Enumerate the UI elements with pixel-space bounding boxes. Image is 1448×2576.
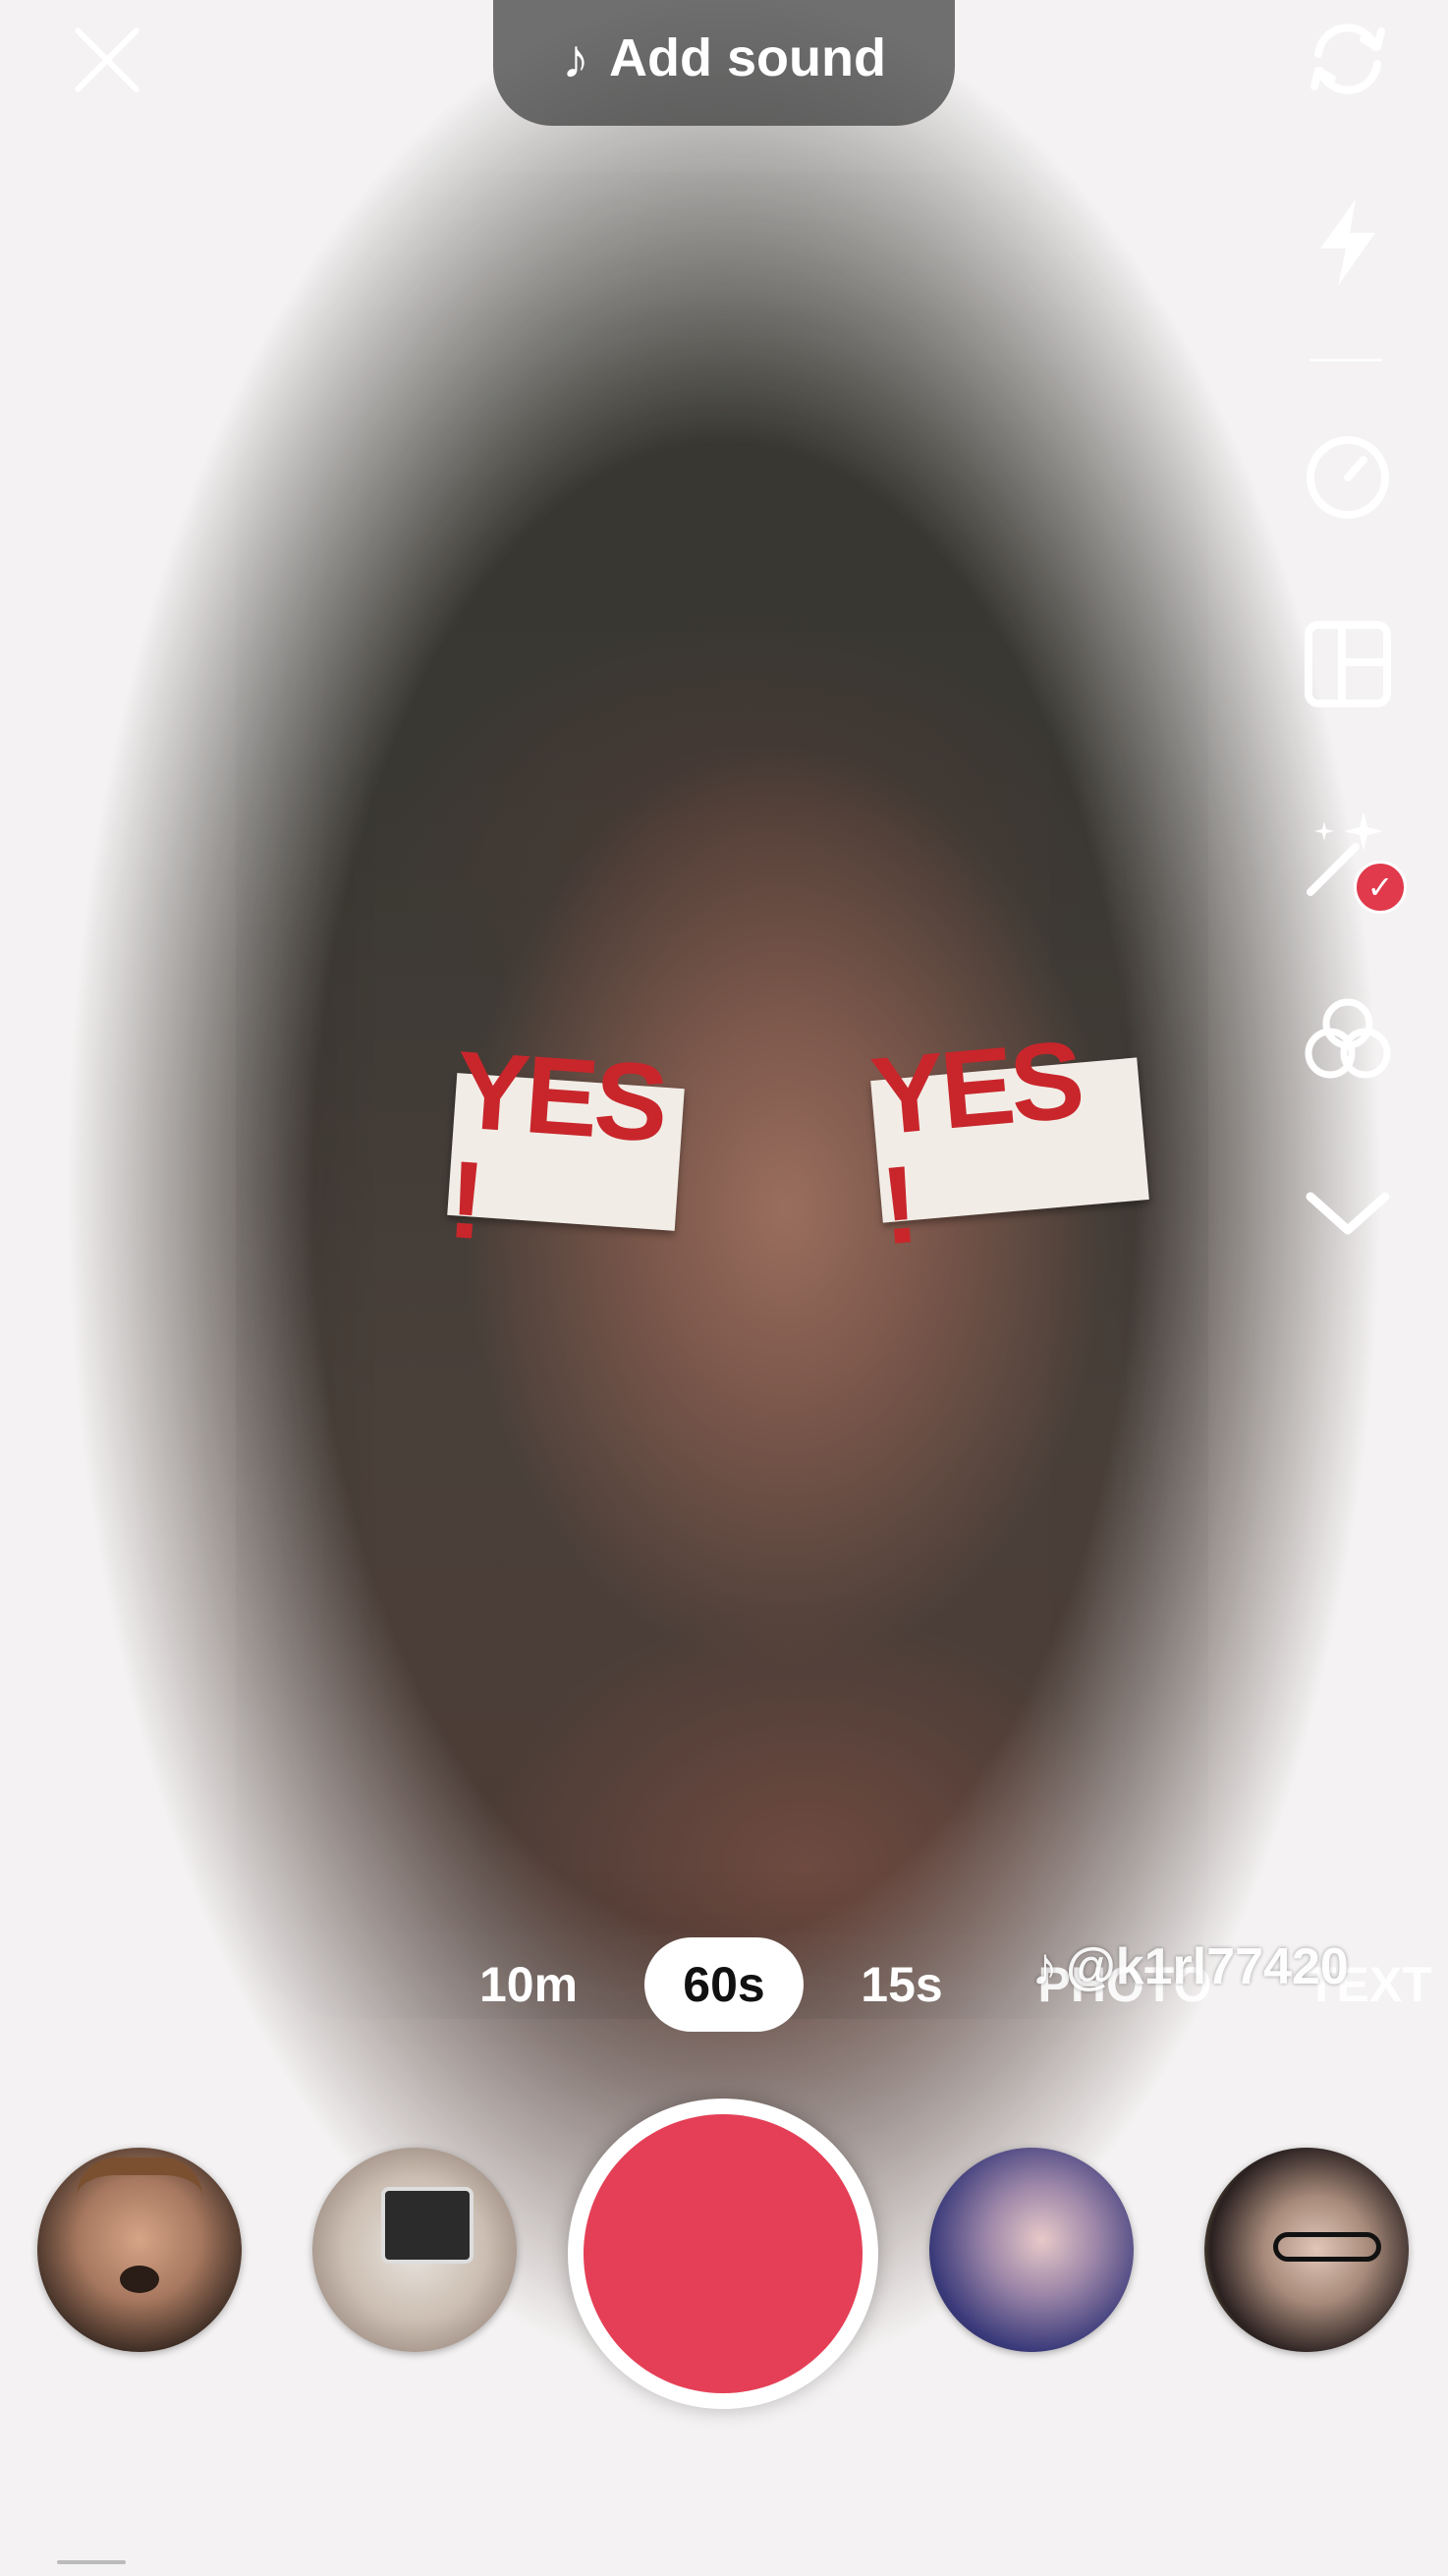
add-sound-button[interactable]: ♪ Add sound: [493, 0, 955, 126]
duration-10m[interactable]: 10m: [460, 1937, 597, 2032]
sticker-yes-left: YES !: [444, 1028, 685, 1261]
filters-icon[interactable]: [1297, 990, 1399, 1092]
watermark-handle: @k1rl77420: [1066, 1938, 1349, 1995]
flip-camera-icon[interactable]: [1297, 8, 1399, 110]
chevron-down-icon[interactable]: [1297, 1159, 1399, 1261]
duration-15s[interactable]: 15s: [843, 1937, 961, 2032]
toolbar-divider: [1309, 359, 1382, 362]
layout-icon[interactable]: [1297, 613, 1399, 715]
tiktok-logo-icon: ♪: [1031, 1937, 1058, 1996]
effect-thumbnail-2[interactable]: [312, 2148, 517, 2352]
effect-thumbnail-4[interactable]: [1204, 2148, 1409, 2352]
effect-thumbnail-3[interactable]: [929, 2148, 1134, 2352]
timer-icon[interactable]: [1297, 424, 1399, 527]
tiktok-watermark: ♪ @k1rl77420: [1031, 1928, 1444, 2006]
add-sound-label: Add sound: [609, 28, 886, 87]
flash-icon[interactable]: [1297, 192, 1399, 294]
close-icon[interactable]: [69, 20, 147, 98]
sticker-yes-right: YES !: [866, 1017, 1149, 1267]
duration-60s[interactable]: 60s: [644, 1937, 804, 2032]
home-indicator: [57, 2560, 126, 2564]
record-button[interactable]: [568, 2099, 878, 2409]
effect-thumbnail-1[interactable]: [37, 2148, 242, 2352]
music-note-icon: ♪: [562, 27, 590, 89]
beautify-active-badge: ✓: [1354, 861, 1407, 914]
